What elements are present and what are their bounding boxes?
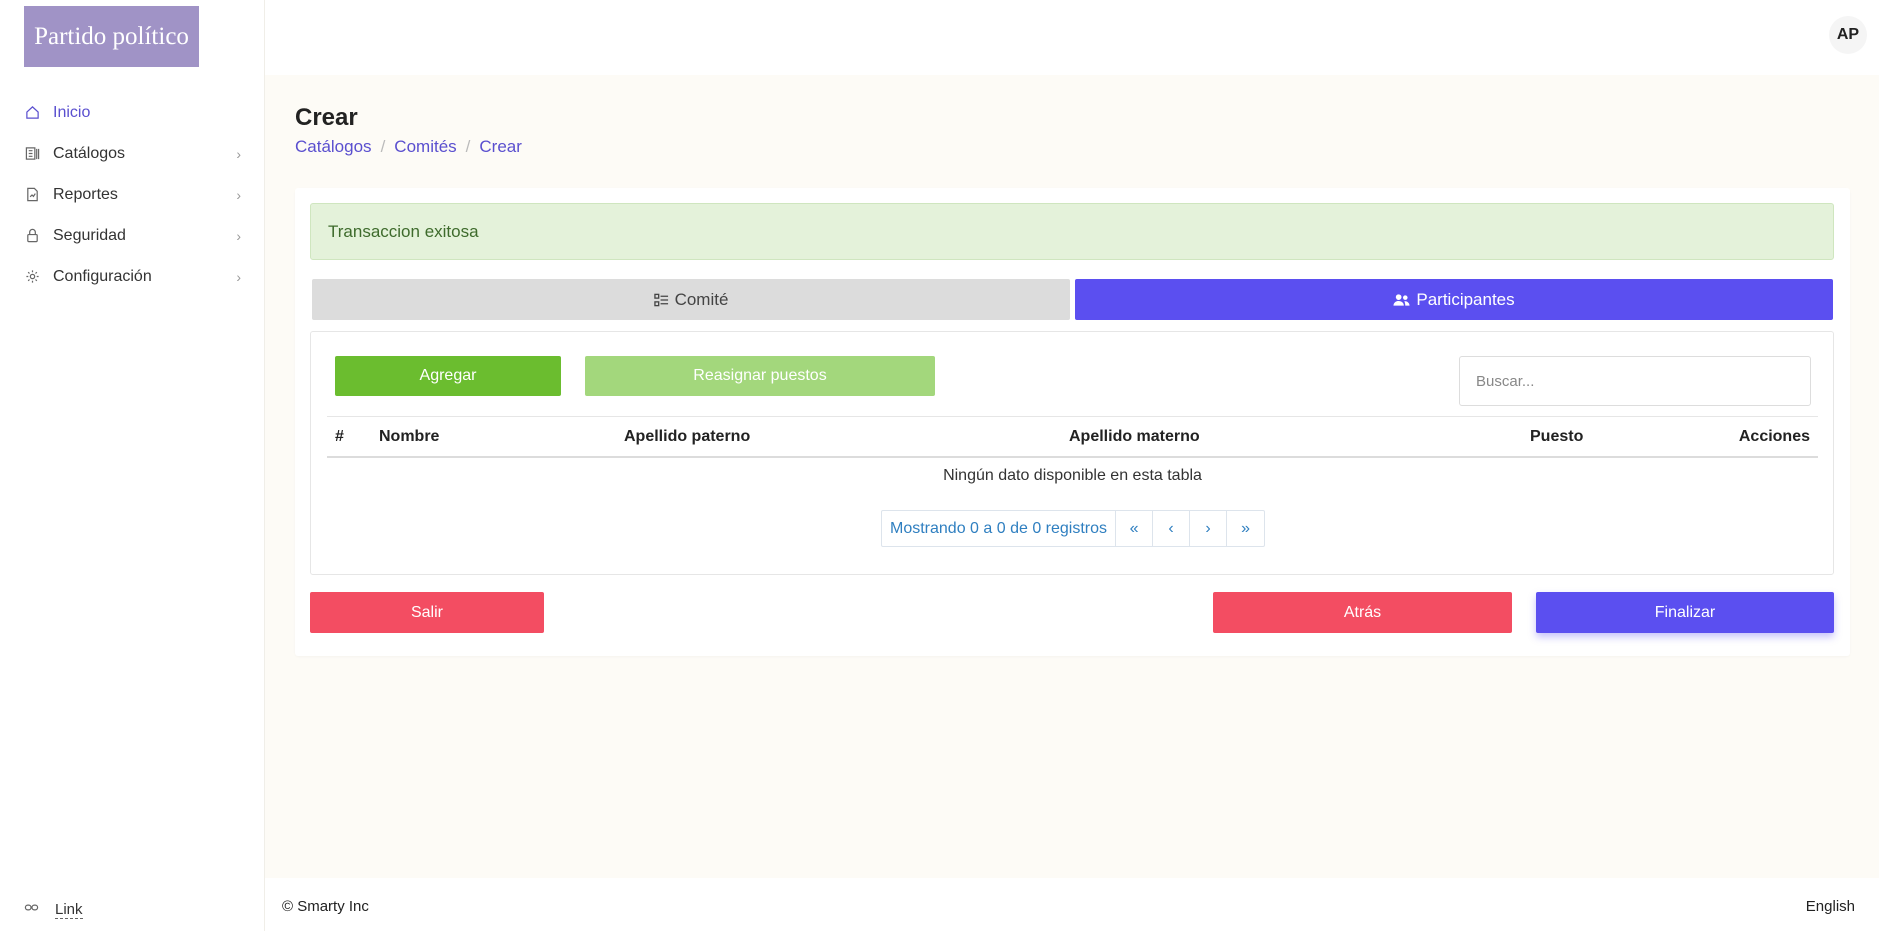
sidebar-item-label: Catálogos [53, 144, 126, 162]
column-header-number[interactable]: # [335, 428, 344, 446]
column-header-apellido-paterno[interactable]: Apellido paterno [624, 428, 750, 446]
link-icon [24, 900, 39, 919]
tab-label: Participantes [1416, 289, 1515, 309]
sidebar: Partido político Inicio Catálogos › Repo… [0, 0, 265, 931]
breadcrumb: Catálogos / Comités / Crear [295, 137, 522, 157]
language-selector[interactable]: English [1806, 898, 1855, 915]
chevron-right-icon: › [236, 227, 241, 244]
exit-button[interactable]: Salir [310, 592, 544, 633]
form-card: Transaccion exitosa Comité Participantes… [295, 188, 1850, 656]
column-header-acciones[interactable]: Acciones [1739, 428, 1810, 446]
sidebar-item-label: Configuración [53, 267, 152, 285]
tab-comite[interactable]: Comité [312, 279, 1070, 320]
sidebar-item-inicio[interactable]: Inicio [0, 92, 265, 133]
page-title: Crear [295, 104, 358, 131]
sidebar-item-configuracion[interactable]: Configuración › [0, 256, 265, 297]
column-header-nombre[interactable]: Nombre [379, 428, 439, 446]
report-icon [24, 187, 40, 203]
breadcrumb-separator: / [380, 137, 386, 156]
first-page-button[interactable]: « [1116, 511, 1154, 546]
lock-icon [24, 228, 40, 244]
list-check-icon [653, 293, 669, 307]
prev-page-button[interactable]: ‹ [1153, 511, 1191, 546]
logo[interactable]: Partido político [24, 6, 199, 67]
chevron-right-icon: › [236, 186, 241, 203]
chevron-right-icon: › [236, 268, 241, 285]
search-input[interactable] [1459, 356, 1811, 406]
footer: © Smarty Inc English [265, 878, 1879, 931]
catalog-icon [24, 146, 40, 162]
sidebar-bottom-link[interactable]: Link [24, 900, 83, 919]
tab-label: Comité [674, 289, 729, 309]
sidebar-item-label: Seguridad [53, 226, 126, 244]
breadcrumb-item[interactable]: Comités [394, 137, 456, 157]
bottom-link-label[interactable]: Link [55, 901, 83, 919]
sidebar-item-label: Inicio [53, 103, 91, 121]
pagination-info: Mostrando 0 a 0 de 0 registros [882, 511, 1117, 546]
column-header-apellido-materno[interactable]: Apellido materno [1069, 428, 1200, 446]
breadcrumb-item[interactable]: Catálogos [295, 137, 372, 157]
sidebar-item-seguridad[interactable]: Seguridad › [0, 215, 265, 256]
last-page-button[interactable]: » [1227, 511, 1264, 546]
column-header-puesto[interactable]: Puesto [1530, 428, 1583, 446]
table-header: # Nombre Apellido paterno Apellido mater… [327, 416, 1818, 458]
back-button[interactable]: Atrás [1213, 592, 1512, 633]
footer-copyright: © Smarty Inc [282, 898, 369, 915]
sidebar-item-catalogos[interactable]: Catálogos › [0, 133, 265, 174]
sidebar-item-reportes[interactable]: Reportes › [0, 174, 265, 215]
reassign-positions-button[interactable]: Reasignar puestos [585, 356, 935, 396]
participants-panel: Agregar Reasignar puestos # Nombre Apell… [310, 331, 1834, 575]
sidebar-nav: Inicio Catálogos › Reportes › Seguridad … [0, 92, 265, 297]
tab-participantes[interactable]: Participantes [1075, 279, 1833, 320]
breadcrumb-separator: / [465, 137, 471, 156]
next-page-button[interactable]: › [1190, 511, 1228, 546]
topbar: AP [265, 0, 1879, 75]
table-empty-message: Ningún dato disponible en esta tabla [943, 467, 1202, 484]
avatar[interactable]: AP [1829, 16, 1867, 54]
home-icon [24, 105, 40, 121]
sidebar-item-label: Reportes [53, 185, 118, 203]
finish-button[interactable]: Finalizar [1536, 592, 1834, 633]
chevron-right-icon: › [236, 145, 241, 162]
breadcrumb-item-current: Crear [479, 137, 522, 156]
add-button[interactable]: Agregar [335, 356, 561, 396]
gear-icon [24, 269, 40, 285]
pagination: Mostrando 0 a 0 de 0 registros « ‹ › » [881, 510, 1266, 547]
success-alert: Transaccion exitosa [310, 203, 1834, 260]
users-icon [1393, 293, 1410, 307]
